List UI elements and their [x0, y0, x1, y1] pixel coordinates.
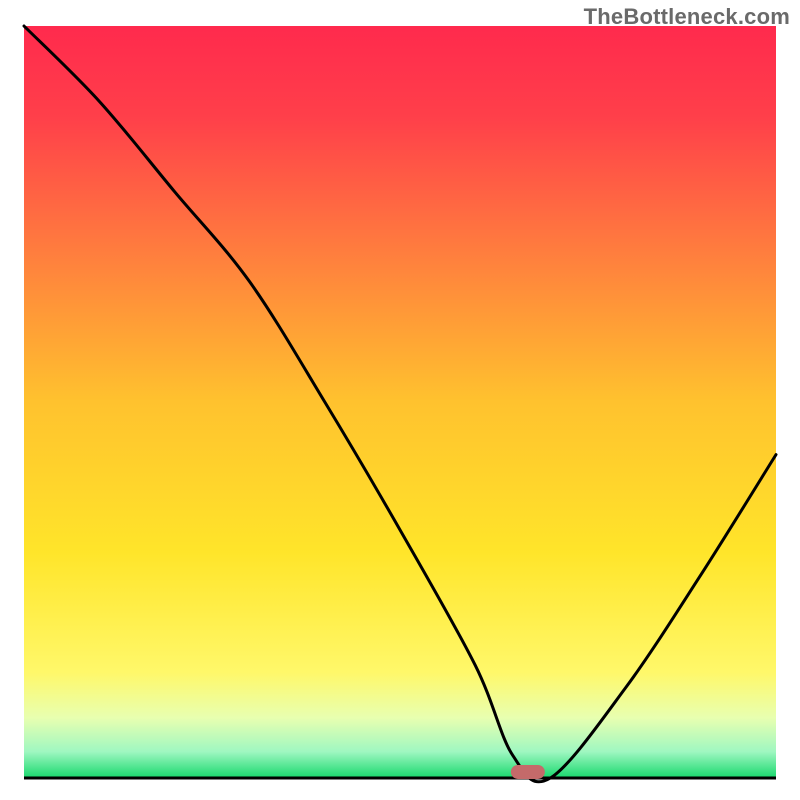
optimal-marker	[511, 765, 545, 779]
chart-stage: TheBottleneck.com	[0, 0, 800, 800]
plot-area	[24, 26, 776, 778]
bottleneck-chart	[0, 0, 800, 800]
watermark-text: TheBottleneck.com	[584, 4, 790, 30]
